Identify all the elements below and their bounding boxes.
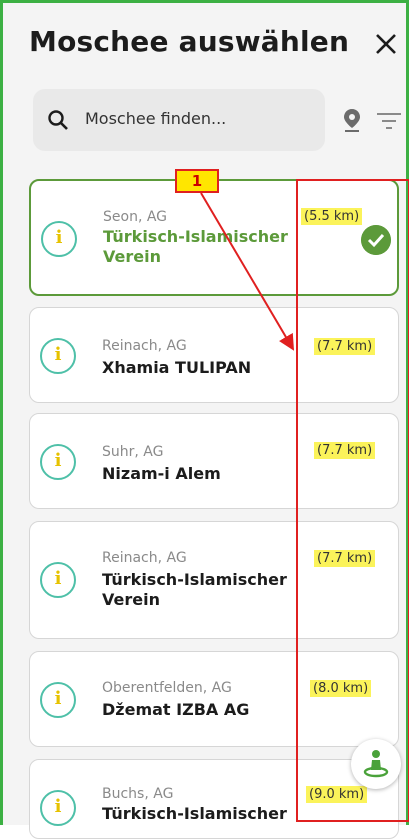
- list-item[interactable]: i Reinach, AG Xhamia TULIPAN (7.7 km): [29, 307, 399, 403]
- search-icon: [48, 110, 68, 130]
- info-icon[interactable]: i: [40, 790, 76, 826]
- page-title: Moschee auswählen: [29, 25, 350, 58]
- list-item[interactable]: i Reinach, AG Türkisch-Islamischer Verei…: [29, 521, 399, 639]
- mosque-name: Türkisch-Islamischer: [102, 804, 287, 823]
- person-location-icon: [363, 750, 389, 778]
- annotation-badge: 1: [175, 169, 219, 193]
- mosque-name: Nizam-i Alem: [102, 464, 221, 483]
- mosque-city: Suhr, AG: [102, 444, 164, 460]
- mosque-name: Türkisch-Islamischer Verein: [103, 227, 288, 266]
- mosque-city: Oberentfelden, AG: [102, 680, 232, 696]
- info-icon[interactable]: i: [40, 338, 76, 374]
- distance-label: (7.7 km): [314, 442, 376, 459]
- mosque-name: Xhamia TULIPAN: [102, 358, 252, 377]
- distance-label: (7.7 km): [314, 550, 376, 567]
- list-item[interactable]: i Oberentfelden, AG Džemat IZBA AG (8.0 …: [29, 651, 399, 747]
- distance-label: (5.5 km): [301, 208, 363, 225]
- app-frame: Moschee auswählen Moschee finden... i Se…: [0, 0, 409, 839]
- distance-label: (8.0 km): [310, 680, 372, 697]
- mosque-city: Seon, AG: [103, 209, 168, 225]
- mosque-city: Buchs, AG: [102, 786, 174, 802]
- list-item[interactable]: i Seon, AG Türkisch-Islamischer Verein (…: [29, 179, 399, 296]
- mosque-name: Džemat IZBA AG: [102, 700, 250, 719]
- distance-label: (7.7 km): [314, 338, 376, 355]
- info-icon[interactable]: i: [40, 562, 76, 598]
- mosque-city: Reinach, AG: [102, 550, 187, 566]
- list-item[interactable]: i Buchs, AG Türkisch-Islamischer (9.0 km…: [29, 759, 399, 839]
- list-item[interactable]: i Suhr, AG Nizam-i Alem (7.7 km): [29, 413, 399, 509]
- check-icon: [361, 225, 391, 255]
- mosque-city: Reinach, AG: [102, 338, 187, 354]
- filter-icon[interactable]: [375, 111, 403, 131]
- nearby-location-button[interactable]: [351, 739, 401, 789]
- mosque-name: Türkisch-Islamischer Verein: [102, 570, 287, 609]
- location-pin-icon[interactable]: [341, 107, 363, 133]
- search-placeholder: Moschee finden...: [85, 109, 227, 128]
- info-icon[interactable]: i: [40, 444, 76, 480]
- info-icon[interactable]: i: [40, 682, 76, 718]
- close-icon[interactable]: [371, 29, 401, 59]
- search-input[interactable]: Moschee finden...: [33, 89, 325, 151]
- info-icon[interactable]: i: [41, 221, 77, 257]
